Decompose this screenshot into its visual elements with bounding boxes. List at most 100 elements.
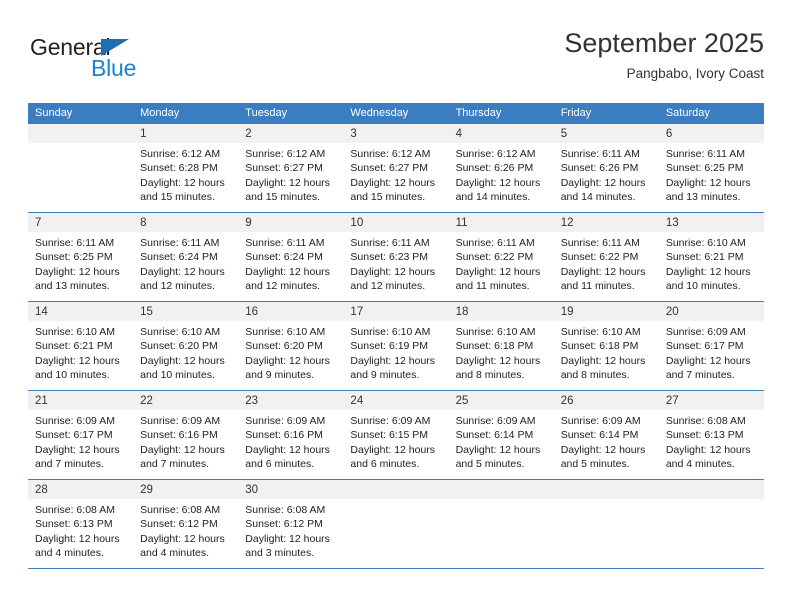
day-number: 6 xyxy=(665,128,673,140)
daylight-text-line1: Daylight: 12 hours xyxy=(245,443,330,456)
day-info: Sunrise: 6:09 AM Sunset: 6:14 PM Daylight:… xyxy=(449,410,554,472)
day-info: Sunrise: 6:09 AM Sunset: 6:16 PM Daylight:… xyxy=(238,410,343,472)
calendar-day-cell[interactable]: 28 Sunrise: 6:08 AM Sunset: 6:13 PM Dayligh… xyxy=(28,480,134,568)
day-number-band xyxy=(553,480,659,499)
day-info: Sunrise: 6:10 AM Sunset: 6:18 PM Daylight:… xyxy=(554,321,659,383)
sunrise-text: Sunrise: 6:12 AM xyxy=(350,148,431,160)
day-number-band: 15 xyxy=(133,302,239,321)
day-number: 8 xyxy=(140,217,147,229)
sunset-text: Sunset: 6:26 PM xyxy=(455,162,534,175)
calendar-day-cell[interactable]: 16 Sunrise: 6:10 AM Sunset: 6:20 PM Dayligh… xyxy=(238,302,344,390)
daylight-text-line2: and 7 minutes. xyxy=(665,369,735,382)
daylight-text-line2: and 4 minutes. xyxy=(140,547,210,560)
daylight-text-line2: and 13 minutes. xyxy=(665,191,741,204)
calendar-day-cell[interactable]: 8 Sunrise: 6:11 AM Sunset: 6:24 PM Daylight… xyxy=(133,213,239,301)
day-number: 17 xyxy=(350,306,364,318)
calendar-day-cell[interactable]: 21 Sunrise: 6:09 AM Sunset: 6:17 PM Dayligh… xyxy=(28,391,134,479)
daylight-text-line1: Daylight: 12 hours xyxy=(455,265,541,278)
day-number-band: 24 xyxy=(343,391,449,410)
day-info: Sunrise: 6:09 AM Sunset: 6:17 PM Daylight:… xyxy=(659,321,764,383)
sunset-text: Sunset: 6:25 PM xyxy=(35,251,113,264)
calendar-day-cell[interactable]: 15 Sunrise: 6:10 AM Sunset: 6:20 PM Dayligh… xyxy=(133,302,239,390)
calendar-day-cell[interactable]: 18 Sunrise: 6:10 AM Sunset: 6:18 PM Dayligh… xyxy=(448,302,554,390)
calendar-day-cell[interactable]: 12 Sunrise: 6:11 AM Sunset: 6:22 PM Dayligh… xyxy=(553,213,659,301)
calendar-day-cell[interactable]: 1 Sunrise: 6:12 AM Sunset: 6:28 PM Daylight… xyxy=(133,124,239,212)
calendar-day-cell[interactable]: 7 Sunrise: 6:11 AM Sunset: 6:25 PM Daylight… xyxy=(28,213,134,301)
daylight-text-line1: Daylight: 12 hours xyxy=(245,265,330,278)
daylight-text-line2: and 13 minutes. xyxy=(35,280,110,293)
day-number-band: 7 xyxy=(28,213,134,232)
day-info: Sunrise: 6:08 AM Sunset: 6:13 PM Daylight:… xyxy=(659,410,764,472)
calendar-day-cell[interactable]: 2 Sunrise: 6:12 AM Sunset: 6:27 PM Daylight… xyxy=(238,124,344,212)
daylight-text-line1: Daylight: 12 hours xyxy=(140,265,225,278)
sunrise-text: Sunrise: 6:09 AM xyxy=(140,415,221,427)
calendar-day-cell[interactable]: 30 Sunrise: 6:08 AM Sunset: 6:12 PM Dayligh… xyxy=(238,480,344,568)
sunrise-text: Sunrise: 6:11 AM xyxy=(560,148,640,160)
calendar-day-cell[interactable]: 14 Sunrise: 6:10 AM Sunset: 6:21 PM Dayligh… xyxy=(28,302,134,390)
day-info: Sunrise: 6:09 AM Sunset: 6:17 PM Daylight:… xyxy=(28,410,133,472)
calendar-day-cell[interactable]: 10 Sunrise: 6:11 AM Sunset: 6:23 PM Dayligh… xyxy=(343,213,449,301)
day-number: 28 xyxy=(35,484,48,496)
page-title: September 2025 xyxy=(564,28,764,58)
calendar-day-cell[interactable]: 5 Sunrise: 6:11 AM Sunset: 6:26 PM Daylight… xyxy=(553,124,659,212)
sunrise-text: Sunrise: 6:10 AM xyxy=(455,326,536,338)
day-info: Sunrise: 6:11 AM Sunset: 6:22 PM Daylight:… xyxy=(554,232,659,294)
daylight-text-line1: Daylight: 12 hours xyxy=(140,532,225,545)
sunset-text: Sunset: 6:15 PM xyxy=(350,429,429,442)
calendar-day-cell[interactable]: 4 Sunrise: 6:12 AM Sunset: 6:26 PM Daylight… xyxy=(448,124,554,212)
sunrise-text: Sunrise: 6:11 AM xyxy=(245,237,325,249)
calendar-day-cell[interactable]: 17 Sunrise: 6:10 AM Sunset: 6:19 PM Dayligh… xyxy=(343,302,449,390)
calendar-day-cell[interactable]: 23 Sunrise: 6:09 AM Sunset: 6:16 PM Dayligh… xyxy=(238,391,344,479)
day-number-band xyxy=(343,480,449,499)
sunrise-text: Sunrise: 6:08 AM xyxy=(665,415,746,427)
calendar-day-cell[interactable]: 13 Sunrise: 6:10 AM Sunset: 6:21 PM Dayligh… xyxy=(658,213,764,301)
calendar-day-cell[interactable]: 22 Sunrise: 6:09 AM Sunset: 6:16 PM Dayligh… xyxy=(133,391,239,479)
day-number-band: 19 xyxy=(553,302,659,321)
calendar-day-cell[interactable]: 11 Sunrise: 6:11 AM Sunset: 6:22 PM Dayligh… xyxy=(448,213,554,301)
title-block: September 2025 Pangbabo, Ivory Coast xyxy=(564,26,764,84)
daylight-text-line2: and 12 minutes. xyxy=(350,280,426,293)
daylight-text-line2: and 5 minutes. xyxy=(560,458,630,471)
daylight-text-line2: and 15 minutes. xyxy=(245,191,320,204)
sunset-text: Sunset: 6:25 PM xyxy=(665,162,744,175)
daylight-text-line1: Daylight: 12 hours xyxy=(245,354,330,367)
day-number: 25 xyxy=(455,395,469,407)
day-number-band: 27 xyxy=(658,391,764,410)
daylight-text-line2: and 11 minutes. xyxy=(455,280,530,293)
sunrise-text: Sunrise: 6:10 AM xyxy=(245,326,326,338)
sunset-text: Sunset: 6:17 PM xyxy=(665,340,744,353)
daylight-text-line2: and 4 minutes. xyxy=(665,458,735,471)
calendar-day-cell[interactable]: 9 Sunrise: 6:11 AM Sunset: 6:24 PM Daylight… xyxy=(238,213,344,301)
calendar-day-cell[interactable]: 26 Sunrise: 6:09 AM Sunset: 6:14 PM Dayligh… xyxy=(553,391,659,479)
calendar-day-cell[interactable]: 20 Sunrise: 6:09 AM Sunset: 6:17 PM Dayligh… xyxy=(658,302,764,390)
sunset-text: Sunset: 6:23 PM xyxy=(350,251,429,264)
calendar-day-cell[interactable]: 19 Sunrise: 6:10 AM Sunset: 6:18 PM Dayligh… xyxy=(553,302,659,390)
day-number: 2 xyxy=(245,128,252,140)
daylight-text-line2: and 8 minutes. xyxy=(455,369,525,382)
day-number-band: 12 xyxy=(553,213,659,232)
sunset-text: Sunset: 6:27 PM xyxy=(350,162,429,175)
sunrise-text: Sunrise: 6:11 AM xyxy=(665,148,746,160)
calendar-day-cell[interactable]: 25 Sunrise: 6:09 AM Sunset: 6:14 PM Dayligh… xyxy=(448,391,554,479)
daylight-text-line2: and 8 minutes. xyxy=(560,369,630,382)
daylight-text-line1: Daylight: 12 hours xyxy=(35,443,120,456)
sunset-text: Sunset: 6:18 PM xyxy=(455,340,534,353)
day-number: 14 xyxy=(35,306,48,318)
calendar-day-cell[interactable]: 27 Sunrise: 6:08 AM Sunset: 6:13 PM Dayligh… xyxy=(658,391,764,479)
calendar-day-cell[interactable]: 3 Sunrise: 6:12 AM Sunset: 6:27 PM Daylight… xyxy=(343,124,449,212)
sunset-text: Sunset: 6:16 PM xyxy=(245,429,323,442)
calendar-day-cell[interactable]: 6 Sunrise: 6:11 AM Sunset: 6:25 PM Daylight… xyxy=(658,124,764,212)
calendar-day-cell[interactable]: 29 Sunrise: 6:08 AM Sunset: 6:12 PM Dayligh… xyxy=(133,480,239,568)
sunrise-text: Sunrise: 6:12 AM xyxy=(455,148,536,160)
day-number-band: 2 xyxy=(238,124,344,143)
general-blue-logo[interactable]: General Blue xyxy=(30,34,170,90)
calendar-day-cell[interactable]: 24 Sunrise: 6:09 AM Sunset: 6:15 PM Dayligh… xyxy=(343,391,449,479)
day-number-band xyxy=(448,480,554,499)
sunrise-text: Sunrise: 6:08 AM xyxy=(35,504,115,516)
weekday-header-tuesday: Tuesday xyxy=(245,107,288,119)
day-info: Sunrise: 6:11 AM Sunset: 6:23 PM Daylight:… xyxy=(343,232,448,294)
daylight-text-line1: Daylight: 12 hours xyxy=(245,176,330,189)
day-number: 3 xyxy=(350,128,357,140)
sunrise-text: Sunrise: 6:12 AM xyxy=(245,148,326,160)
daylight-text-line1: Daylight: 12 hours xyxy=(350,265,436,278)
